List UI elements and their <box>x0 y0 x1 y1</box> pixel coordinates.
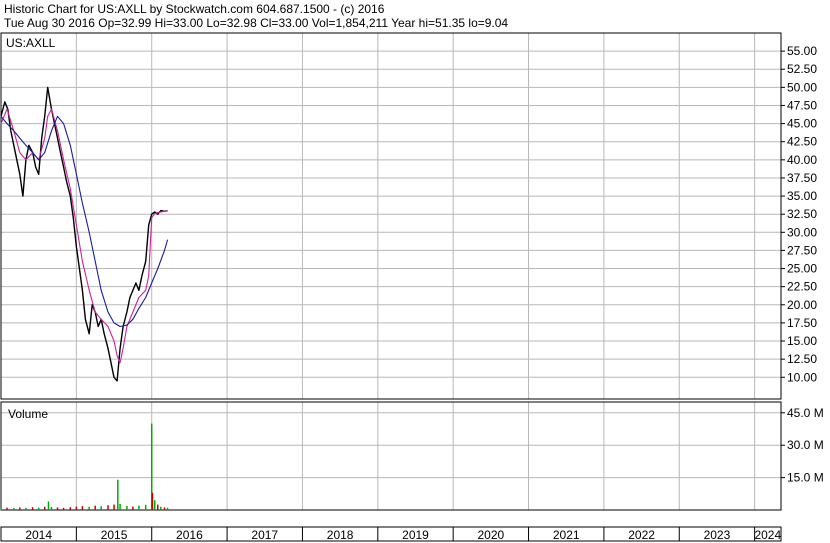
volume-tick-label: 15.0 M <box>787 471 824 485</box>
volume-tick-label: 45.0 M <box>787 406 824 420</box>
price-tick-label: 27.50 <box>787 243 817 257</box>
year-label: 2021 <box>553 528 580 542</box>
price-tick-label: 45.00 <box>787 117 817 131</box>
price-tick-label: 52.50 <box>787 62 817 76</box>
volume-tick-label: 30.0 M <box>787 438 824 452</box>
price-tick-label: 17.50 <box>787 316 817 330</box>
price-tick-label: 15.00 <box>787 334 817 348</box>
price-tick-label: 25.00 <box>787 262 817 276</box>
stock-chart: Historic Chart for US:AXLL by Stockwatch… <box>0 0 830 543</box>
chart-background <box>0 0 830 543</box>
volume-panel-title: Volume <box>8 407 48 421</box>
chart-header-line1: Historic Chart for US:AXLL by Stockwatch… <box>4 2 385 16</box>
price-panel-title: US:AXLL <box>6 36 56 50</box>
year-label: 2019 <box>402 528 429 542</box>
price-tick-label: 37.50 <box>787 171 817 185</box>
year-label: 2016 <box>176 528 203 542</box>
year-label: 2024 <box>754 528 781 542</box>
price-tick-label: 55.00 <box>787 44 817 58</box>
price-tick-label: 42.50 <box>787 135 817 149</box>
year-label: 2015 <box>101 528 128 542</box>
chart-header-line2: Tue Aug 30 2016 Op=32.99 Hi=33.00 Lo=32.… <box>4 16 508 30</box>
price-tick-label: 35.00 <box>787 189 817 203</box>
price-tick-label: 47.50 <box>787 98 817 112</box>
year-label: 2022 <box>628 528 655 542</box>
price-tick-label: 40.00 <box>787 153 817 167</box>
price-tick-label: 50.00 <box>787 80 817 94</box>
year-label: 2020 <box>478 528 505 542</box>
year-label: 2017 <box>251 528 278 542</box>
volume-y-axis: 45.0 M 30.0 M 15.0 M <box>781 406 824 485</box>
price-tick-label: 12.50 <box>787 352 817 366</box>
price-tick-label: 32.50 <box>787 207 817 221</box>
price-tick-label: 22.50 <box>787 280 817 294</box>
price-tick-label: 20.00 <box>787 298 817 312</box>
price-tick-label: 30.00 <box>787 225 817 239</box>
year-label: 2023 <box>704 528 731 542</box>
year-label: 2018 <box>327 528 354 542</box>
price-tick-label: 10.00 <box>787 370 817 384</box>
year-label: 2014 <box>25 528 52 542</box>
